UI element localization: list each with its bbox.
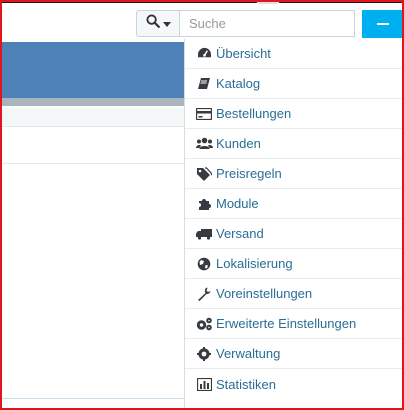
highlight-frame	[0, 0, 404, 410]
